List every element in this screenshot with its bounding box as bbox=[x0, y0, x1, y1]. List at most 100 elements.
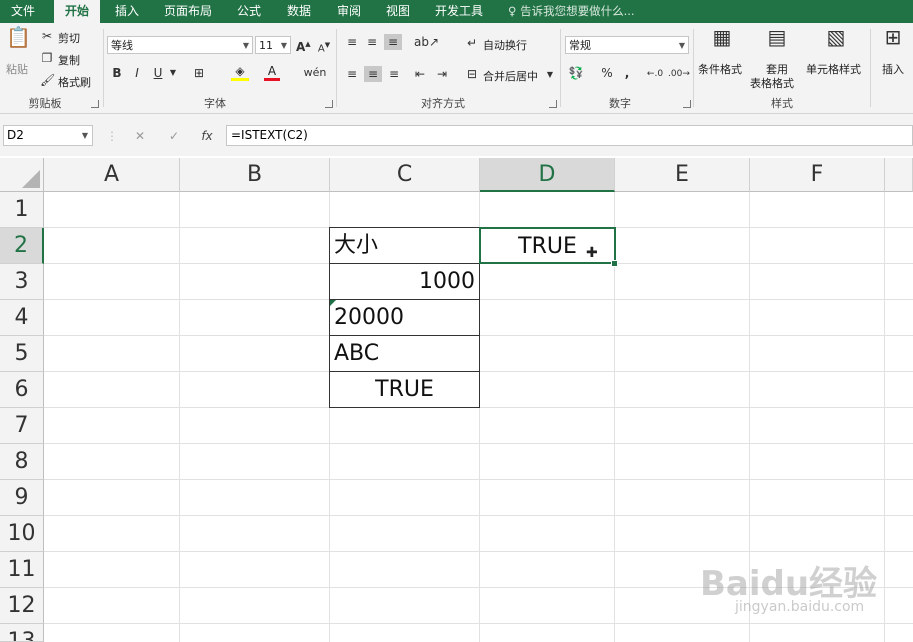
tab-file[interactable]: 文件 bbox=[0, 0, 46, 23]
column-header-b[interactable]: B bbox=[180, 158, 330, 192]
clipboard-launcher-icon[interactable] bbox=[91, 100, 99, 108]
font-color-icon[interactable]: A bbox=[264, 64, 280, 81]
merge-center-button[interactable]: 合并后居中 bbox=[483, 68, 538, 84]
decrease-decimal-icon[interactable]: .00→ bbox=[668, 66, 690, 82]
format-painter-button[interactable]: 格式刷 bbox=[58, 74, 91, 90]
increase-decimal-icon[interactable]: ←.0 bbox=[646, 66, 664, 82]
column-header-g[interactable] bbox=[885, 158, 913, 192]
grip-icon: ⋮ bbox=[106, 129, 118, 143]
phonetic-guide-icon[interactable]: wén bbox=[303, 65, 327, 81]
font-size-select[interactable]: 11 ▼ bbox=[255, 36, 291, 54]
insert-cells-button[interactable]: 插入 bbox=[882, 61, 904, 77]
column-header-d[interactable]: D bbox=[480, 158, 615, 192]
insert-function-icon[interactable]: fx bbox=[198, 128, 216, 144]
currency-icon[interactable]: 💱 bbox=[567, 65, 585, 81]
paste-icon[interactable]: 📋 bbox=[6, 27, 31, 55]
select-all-button[interactable] bbox=[0, 158, 44, 192]
chevron-down-icon: ▼ bbox=[81, 131, 88, 140]
alignment-group-label: 对齐方式 bbox=[421, 97, 465, 110]
cell-styles-button[interactable]: 单元格样式 bbox=[806, 61, 861, 77]
column-header-a[interactable]: A bbox=[44, 158, 180, 192]
row-header-11[interactable]: 11 bbox=[0, 552, 44, 588]
group-divider bbox=[870, 29, 871, 107]
column-header-f[interactable]: F bbox=[750, 158, 885, 192]
increase-font-icon[interactable]: A▲ bbox=[296, 36, 311, 55]
row-header-8[interactable]: 8 bbox=[0, 444, 44, 480]
column-header-e[interactable]: E bbox=[615, 158, 750, 192]
column-header-c[interactable]: C bbox=[330, 158, 480, 192]
chevron-down-icon[interactable]: ▼ bbox=[168, 65, 178, 81]
border-icon[interactable]: ⊞ bbox=[190, 65, 208, 81]
tell-me-search[interactable]: ♀ 告诉我您想要做什么... bbox=[508, 0, 635, 23]
tab-home[interactable]: 开始 bbox=[54, 0, 100, 23]
alignment-launcher-icon[interactable] bbox=[549, 100, 557, 108]
cell-c5[interactable]: ABC bbox=[329, 335, 480, 372]
increase-indent-icon[interactable]: ⇥ bbox=[434, 66, 450, 82]
tab-formulas[interactable]: 公式 bbox=[226, 0, 272, 23]
orientation-icon[interactable]: ab↗ bbox=[414, 34, 439, 50]
fill-color-icon[interactable]: ◈ bbox=[231, 65, 249, 81]
tab-page-layout[interactable]: 页面布局 bbox=[158, 0, 218, 23]
align-center-icon[interactable]: ≡ bbox=[364, 66, 382, 82]
lightbulb-icon: ♀ bbox=[508, 4, 517, 18]
cell-c2[interactable]: 大小 bbox=[329, 227, 480, 264]
fill-handle[interactable] bbox=[611, 260, 618, 267]
row-header-12[interactable]: 12 bbox=[0, 588, 44, 624]
formula-input[interactable]: =ISTEXT(C2) bbox=[226, 125, 913, 146]
select-all-icon bbox=[22, 170, 40, 188]
align-top-icon[interactable]: ≡ bbox=[344, 34, 360, 50]
cut-button[interactable]: 剪切 bbox=[58, 30, 80, 46]
tab-developer[interactable]: 开发工具 bbox=[430, 0, 488, 23]
cancel-formula-icon[interactable]: ✕ bbox=[132, 128, 148, 144]
paste-button[interactable]: 粘贴 bbox=[6, 61, 28, 77]
row-header-1[interactable]: 1 bbox=[0, 192, 44, 228]
row-header-10[interactable]: 10 bbox=[0, 516, 44, 552]
cell-styles-icon: ▧ bbox=[826, 25, 846, 49]
row-header-6[interactable]: 6 bbox=[0, 372, 44, 408]
tab-review[interactable]: 审阅 bbox=[326, 0, 372, 23]
underline-button[interactable]: U bbox=[151, 65, 165, 81]
cell-c3[interactable]: 1000 bbox=[329, 263, 480, 300]
format-as-table-button[interactable]: 表格格式 bbox=[750, 75, 794, 91]
align-middle-icon[interactable]: ≡ bbox=[364, 34, 380, 50]
number-format-select[interactable]: 常规 ▼ bbox=[565, 36, 689, 54]
insert-cells-icon: ⊞ bbox=[884, 25, 902, 49]
tab-insert[interactable]: 插入 bbox=[104, 0, 150, 23]
ribbon-home: 📋 粘贴 ✂ 剪切 ❐ 复制 🖌 格式刷 剪贴板 等线 ▼ 11 ▼ A▲ A▼ B… bbox=[0, 23, 913, 114]
percent-icon[interactable]: % bbox=[600, 65, 614, 81]
row-header-3[interactable]: 3 bbox=[0, 264, 44, 300]
font-launcher-icon[interactable] bbox=[325, 100, 333, 108]
cell-c6[interactable]: TRUE bbox=[329, 371, 480, 408]
font-name-select[interactable]: 等线 ▼ bbox=[107, 36, 253, 54]
row-header-13[interactable]: 13 bbox=[0, 624, 44, 642]
tab-view[interactable]: 视图 bbox=[375, 0, 421, 23]
align-right-icon[interactable]: ≡ bbox=[386, 66, 402, 82]
number-launcher-icon[interactable] bbox=[683, 100, 691, 108]
comma-icon[interactable]: , bbox=[621, 65, 633, 81]
align-bottom-icon[interactable]: ≡ bbox=[384, 34, 402, 50]
group-divider bbox=[103, 29, 104, 107]
scissors-icon: ✂ bbox=[41, 29, 53, 43]
gridline bbox=[44, 623, 913, 624]
cell-c4[interactable]: 20000 bbox=[329, 299, 480, 336]
wrap-text-button[interactable]: 自动换行 bbox=[483, 37, 527, 53]
row-header-9[interactable]: 9 bbox=[0, 480, 44, 516]
decrease-indent-icon[interactable]: ⇤ bbox=[412, 66, 428, 82]
row-header-7[interactable]: 7 bbox=[0, 408, 44, 444]
name-box[interactable]: D2 ▼ bbox=[3, 125, 93, 146]
chevron-down-icon[interactable]: ▼ bbox=[545, 67, 555, 83]
row-header-5[interactable]: 5 bbox=[0, 336, 44, 372]
row-header-2[interactable]: 2 bbox=[0, 228, 44, 264]
row-header-4[interactable]: 4 bbox=[0, 300, 44, 336]
italic-button[interactable]: I bbox=[130, 65, 144, 81]
copy-button[interactable]: 复制 bbox=[58, 52, 80, 68]
format-as-table-icon: ▤ bbox=[767, 25, 787, 49]
worksheet-grid: A B C D E F 1 2 3 4 5 6 7 8 9 10 11 12 1… bbox=[0, 158, 913, 642]
tab-data[interactable]: 数据 bbox=[276, 0, 322, 23]
watermark-url: jingyan.baidu.com bbox=[735, 599, 865, 615]
enter-formula-icon[interactable]: ✓ bbox=[166, 128, 182, 144]
align-left-icon[interactable]: ≡ bbox=[344, 66, 360, 82]
conditional-format-button[interactable]: 条件格式 bbox=[698, 61, 742, 77]
bold-button[interactable]: B bbox=[110, 65, 124, 81]
decrease-font-icon[interactable]: A▼ bbox=[317, 37, 331, 57]
